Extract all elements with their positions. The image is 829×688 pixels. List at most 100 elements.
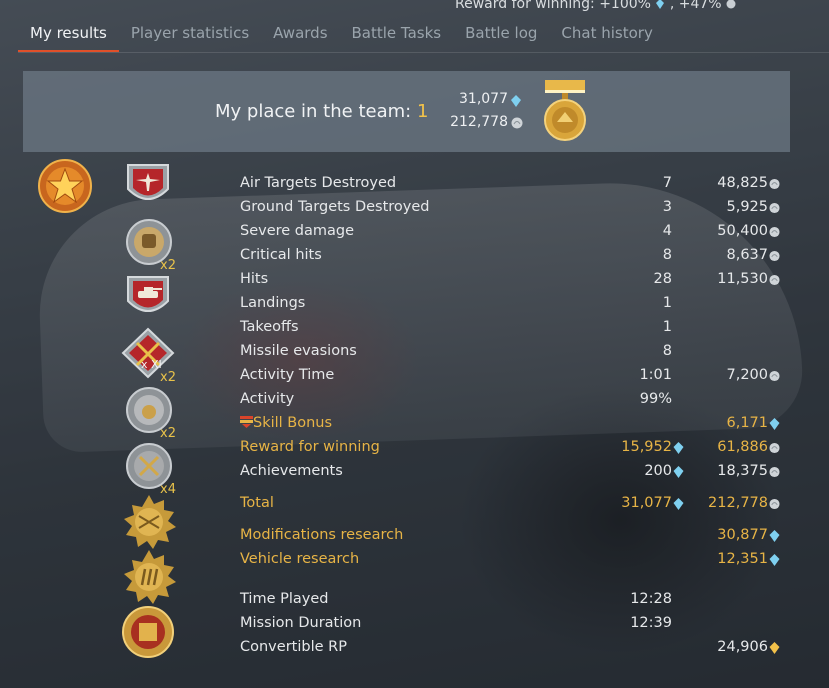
- stat-count: 3: [662, 199, 672, 215]
- stat-label-wrap: Skill Bonus: [240, 415, 332, 431]
- stat-reward: 6,171: [726, 415, 768, 431]
- tab-awards[interactable]: Awards: [261, 22, 339, 50]
- stat-label: Skill Bonus: [253, 415, 333, 431]
- gold-rank-medal-icon: [124, 550, 176, 604]
- tab-player-statistics[interactable]: Player statistics: [119, 22, 261, 50]
- top-reward-prefix: Reward for winning: +100%: [455, 0, 651, 12]
- stat-label: Missile evasions: [240, 343, 357, 359]
- stat-count: 31,077: [621, 495, 672, 511]
- stat-row-achievements: Achievements 200 18,375: [240, 463, 800, 483]
- research-points-icon: [673, 442, 684, 454]
- research-points-icon: [769, 418, 780, 430]
- red-gold-medal-icon: [122, 606, 174, 658]
- stat-count: 200: [644, 463, 672, 479]
- stat-label: Takeoffs: [240, 319, 299, 335]
- stat-label: Achievements: [240, 463, 343, 479]
- team-place-label: My place in the team: 1: [215, 101, 428, 122]
- stat-count: 1: [662, 295, 672, 311]
- top-reward-suffix: , +47%: [669, 0, 722, 12]
- tab-my-results[interactable]: My results: [18, 22, 119, 52]
- stat-row-vehicle-research: Vehicle research 12,351: [240, 551, 800, 571]
- stat-row-severe-damage: Severe damage 4 50,400: [240, 223, 800, 243]
- stat-row-activity: Activity 99%: [240, 391, 800, 411]
- award-multiplier: x2: [160, 426, 176, 441]
- skill-bonus-rank-icon: [240, 416, 253, 428]
- stat-count: 12:39: [630, 615, 672, 631]
- stat-reward: 5,925: [726, 199, 768, 215]
- stat-row-takeoffs: Takeoffs 1: [240, 319, 800, 339]
- stat-count: 28: [653, 271, 672, 287]
- team-place-text: My place in the team:: [215, 101, 412, 122]
- stat-row-reward-for-winning: Reward for winning 15,952 61,886: [240, 439, 800, 459]
- stat-reward: 11,530: [717, 271, 768, 287]
- research-points-icon: [656, 0, 665, 9]
- header-rp-total: 31,077: [459, 91, 508, 107]
- stat-reward: 7,200: [726, 367, 768, 383]
- research-points-icon: [769, 554, 780, 566]
- stat-label: Time Played: [240, 591, 329, 607]
- stat-label: Activity Time: [240, 367, 335, 383]
- stat-count: 1:01: [639, 367, 672, 383]
- stat-row-skill-bonus: Skill Bonus 6,171: [240, 415, 800, 435]
- stat-label: Critical hits: [240, 247, 322, 263]
- stat-label: Ground Targets Destroyed: [240, 199, 430, 215]
- silver-lions-icon: [769, 226, 780, 238]
- convertible-rp-icon: [769, 642, 780, 654]
- award-multiplier: x2: [160, 258, 176, 273]
- ground-kill-badge-icon: [127, 276, 169, 312]
- silver-lions-icon: [769, 498, 780, 510]
- stat-row-missile-evasions: Missile evasions 8: [240, 343, 800, 363]
- stat-row-hits: Hits 28 11,530: [240, 271, 800, 291]
- stat-label: Activity: [240, 391, 295, 407]
- stat-row-modifications-research: Modifications research 30,877: [240, 527, 800, 547]
- tab-battle-tasks[interactable]: Battle Tasks: [340, 22, 454, 50]
- stat-count: 8: [662, 343, 672, 359]
- research-points-icon: [673, 498, 684, 510]
- silver-lions-icon: [769, 466, 780, 478]
- stat-count: 15,952: [621, 439, 672, 455]
- tab-battle-log[interactable]: Battle log: [453, 22, 549, 50]
- team-place-medal-icon: [544, 80, 586, 141]
- stat-label: Convertible RP: [240, 639, 347, 655]
- silver-lions-icon: [726, 0, 736, 9]
- stat-count: 12:28: [630, 591, 672, 607]
- stat-label: Reward for winning: [240, 439, 380, 455]
- tab-chat-history[interactable]: Chat history: [549, 22, 664, 50]
- stat-label: Air Targets Destroyed: [240, 175, 397, 191]
- gold-sun-medal-icon: [124, 495, 176, 549]
- research-points-icon: [511, 95, 521, 107]
- tab-bar: My results Player statistics Awards Batt…: [18, 22, 665, 52]
- award-badge-text: x XI: [141, 358, 162, 371]
- stat-label: Landings: [240, 295, 306, 311]
- research-points-icon: [769, 530, 780, 542]
- stat-row-landings: Landings 1: [240, 295, 800, 315]
- stat-label: Modifications research: [240, 527, 404, 543]
- stat-reward: 12,351: [717, 551, 768, 567]
- stat-reward: 30,877: [717, 527, 768, 543]
- stat-reward: 48,825: [717, 175, 768, 191]
- award-multiplier: x2: [160, 370, 176, 385]
- stat-row-time-played: Time Played 12:28: [240, 591, 800, 611]
- stat-label: Mission Duration: [240, 615, 362, 631]
- tab-divider: [18, 52, 829, 53]
- stat-reward: 61,886: [717, 439, 768, 455]
- stat-label: Severe damage: [240, 223, 355, 239]
- stat-count: 1: [662, 319, 672, 335]
- stat-reward: 8,637: [726, 247, 768, 263]
- stat-row-critical-hits: Critical hits 8 8,637: [240, 247, 800, 267]
- stat-count: 7: [662, 175, 672, 191]
- top-reward-text: Reward for winning: +100% , +47%: [455, 0, 736, 12]
- stat-row-activity-time: Activity Time 1:01 7,200: [240, 367, 800, 387]
- stat-reward: 18,375: [717, 463, 768, 479]
- stat-row-convertible-rp: Convertible RP 24,906: [240, 639, 800, 659]
- stat-count: 4: [662, 223, 672, 239]
- star-award-icon: [38, 159, 92, 213]
- silver-lions-icon: [769, 274, 780, 286]
- stat-row-total: Total 31,077 212,778: [240, 495, 800, 515]
- stat-row-air-targets: Air Targets Destroyed 7 48,825: [240, 175, 800, 195]
- silver-lions-icon: [769, 202, 780, 214]
- stat-label: Vehicle research: [240, 551, 360, 567]
- stat-reward: 24,906: [717, 639, 768, 655]
- stat-label: Total: [240, 495, 274, 511]
- stat-row-mission-duration: Mission Duration 12:39: [240, 615, 800, 635]
